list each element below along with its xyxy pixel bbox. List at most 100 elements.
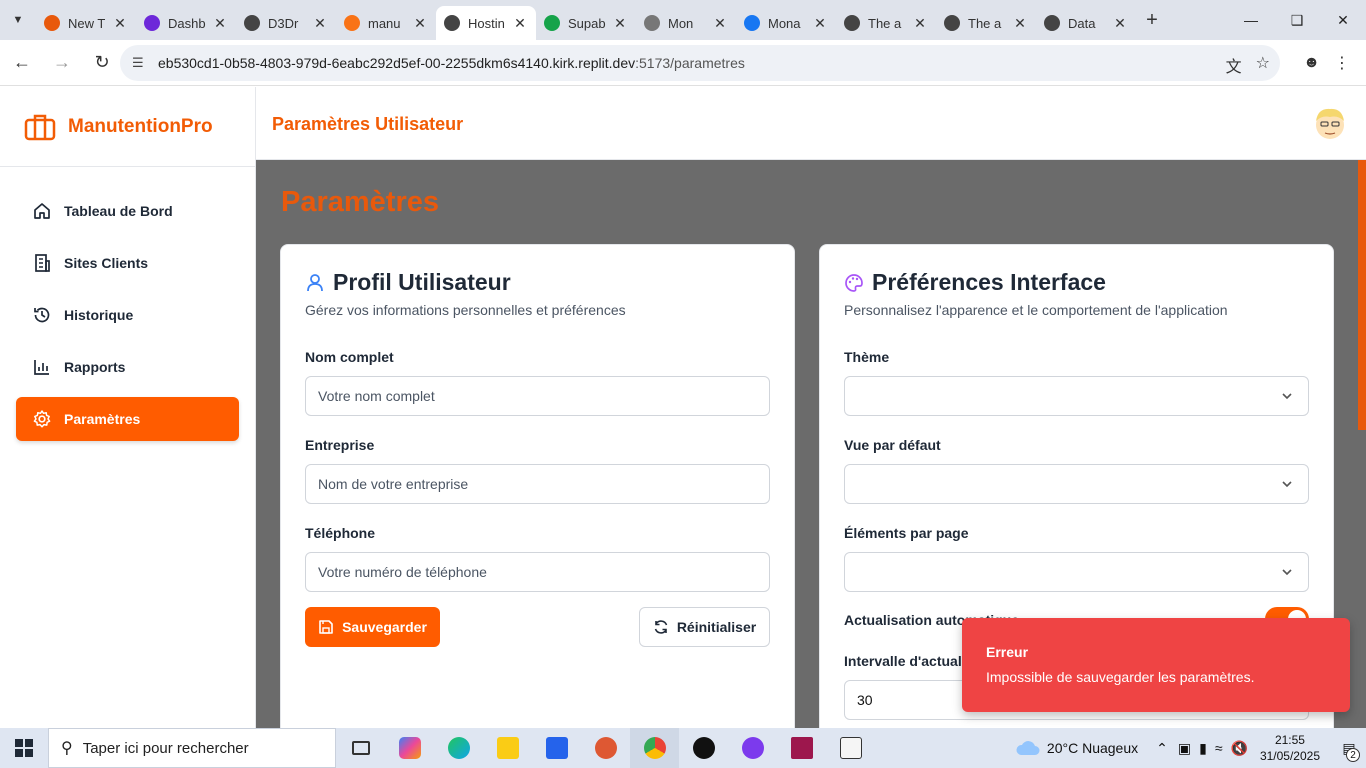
forward-button[interactable]: → [44,45,80,81]
reset-button-label: Réinitialiser [676,619,757,635]
task-view-icon[interactable] [336,728,385,768]
tab-label: The a [868,15,902,31]
browser-tab[interactable]: Mon ✕ [636,6,736,40]
back-button[interactable]: ← [4,45,40,81]
sidebar-item-dashboard[interactable]: Tableau de Bord [16,189,239,233]
wifi-icon[interactable]: ≈ [1215,740,1223,756]
full-name-label: Nom complet [305,349,394,365]
browser-tab[interactable]: Supab ✕ [536,6,636,40]
chevron-up-icon[interactable]: ⌃ [1156,740,1168,757]
tab-favicon-icon [444,15,460,31]
tab-favicon-icon [44,15,60,31]
copilot-icon[interactable] [385,728,434,768]
reset-button[interactable]: Réinitialiser [639,607,770,647]
tab-close-icon[interactable]: ✕ [812,15,828,32]
profile-icon[interactable]: ☻ [1303,54,1320,72]
theme-label: Thème [844,349,890,365]
winrar-icon[interactable] [777,728,826,768]
translate-icon[interactable]: 文 [1226,53,1242,77]
mail-icon[interactable] [532,728,581,768]
app-c-icon[interactable] [679,728,728,768]
duckduckgo-icon[interactable] [581,728,630,768]
browser-tab[interactable]: Hostin ✕ [436,6,536,40]
app-header: Paramètres Utilisateur [256,87,1366,160]
browser-tab[interactable]: Dashb ✕ [136,6,236,40]
browser-tab[interactable]: manu ✕ [336,6,436,40]
url-field[interactable]: ☰ eb530cd1-0b58-4803-979d-6eabc292d5ef-0… [120,45,1280,81]
sidebar-item-settings[interactable]: Paramètres [16,397,239,441]
page-scrollbar[interactable] [1358,160,1366,430]
tab-close-icon[interactable]: ✕ [612,15,628,32]
volume-mute-icon[interactable]: 🔇 [1231,740,1248,757]
tab-close-icon[interactable]: ✕ [712,15,728,32]
file-explorer-icon[interactable] [483,728,532,768]
browser-tab[interactable]: Data ✕ [1036,6,1136,40]
tab-close-icon[interactable]: ✕ [912,15,928,32]
tab-close-icon[interactable]: ✕ [312,15,328,32]
tab-label: D3Dr [268,15,299,31]
sidebar-item-reports[interactable]: Rapports [16,345,239,389]
bookmark-star-icon[interactable]: ☆ [1256,53,1270,77]
tab-close-icon[interactable]: ✕ [1112,15,1128,32]
avatar[interactable] [1312,105,1348,143]
github-icon[interactable] [728,728,777,768]
browser-tab[interactable]: New T ✕ [36,6,136,40]
close-window-button[interactable]: ✕ [1320,0,1366,40]
tab-label: Hostin [468,15,505,31]
brand[interactable]: ManutentionPro [0,87,255,167]
phone-input[interactable] [305,552,770,592]
error-toast[interactable]: Erreur Impossible de sauvegarder les par… [962,618,1350,712]
tab-favicon-icon [944,15,960,31]
battery-icon[interactable]: ▮ [1199,740,1207,757]
default-view-select[interactable] [844,464,1309,504]
browser-tab[interactable]: D3Dr ✕ [236,6,336,40]
clock[interactable]: 21:55 31/05/2025 [1260,732,1320,764]
items-per-page-select[interactable] [844,552,1309,592]
sidebar-item-history[interactable]: Historique [16,293,239,337]
save-button[interactable]: Sauvegarder [305,607,440,647]
maximize-button[interactable]: ❑ [1274,0,1320,40]
chevron-down-icon [1282,569,1292,576]
menu-kebab-icon[interactable]: ⋮ [1334,53,1350,73]
tab-search-button[interactable]: ▼ [0,0,36,40]
start-button[interactable] [0,728,48,768]
tab-close-icon[interactable]: ✕ [1012,15,1028,32]
browser-tab[interactable]: The a ✕ [836,6,936,40]
chrome-icon[interactable] [630,728,679,768]
chart-icon [34,360,49,375]
save-icon [319,620,333,634]
theme-select[interactable] [844,376,1309,416]
refresh-icon [654,620,668,634]
edge-icon[interactable] [434,728,483,768]
sidebar-item-label: Sites Clients [64,255,149,271]
tab-close-icon[interactable]: ✕ [512,15,528,32]
notification-badge: 2 [1346,748,1360,762]
building-icon [35,254,50,272]
notification-center[interactable]: ▤ 2 [1332,728,1366,768]
browser-tab[interactable]: Mona ✕ [736,6,836,40]
weather-text: 20°C Nuageux [1046,740,1139,756]
browser-tab[interactable]: The a ✕ [936,6,1036,40]
tab-label: Mona [768,15,801,31]
app-wave-icon[interactable] [826,728,875,768]
browser-tab-strip: ▼ New T ✕ Dashb ✕ D3Dr ✕ manu ✕ Hostin ✕ Supab ✕ Mon… [0,0,1366,40]
user-icon [307,273,323,291]
full-name-input[interactable] [305,376,770,416]
sidebar: ManutentionPro Tableau de Bord Sites Cli… [0,87,256,728]
items-per-page-label: Éléments par page [844,525,969,541]
taskbar-search-placeholder: Taper ici pour rechercher [82,739,249,757]
tab-close-icon[interactable]: ✕ [212,15,228,32]
taskbar-search[interactable]: ⚲ Taper ici pour rechercher [48,728,336,768]
site-settings-icon[interactable]: ☰ [132,55,150,71]
meet-icon[interactable]: ▣ [1178,740,1191,757]
url-host: eb530cd1-0b58-4803-979d-6eabc292d5ef-00-… [158,55,636,71]
reload-button[interactable]: ↻ [84,45,120,81]
company-input[interactable] [305,464,770,504]
sidebar-item-sites[interactable]: Sites Clients [16,241,239,285]
tab-close-icon[interactable]: ✕ [412,15,428,32]
new-tab-button[interactable]: + [1136,0,1168,40]
weather-widget[interactable]: 20°C Nuageux [1015,739,1138,757]
tab-favicon-icon [1044,15,1060,31]
tab-close-icon[interactable]: ✕ [112,15,128,32]
minimize-button[interactable]: — [1228,0,1274,40]
